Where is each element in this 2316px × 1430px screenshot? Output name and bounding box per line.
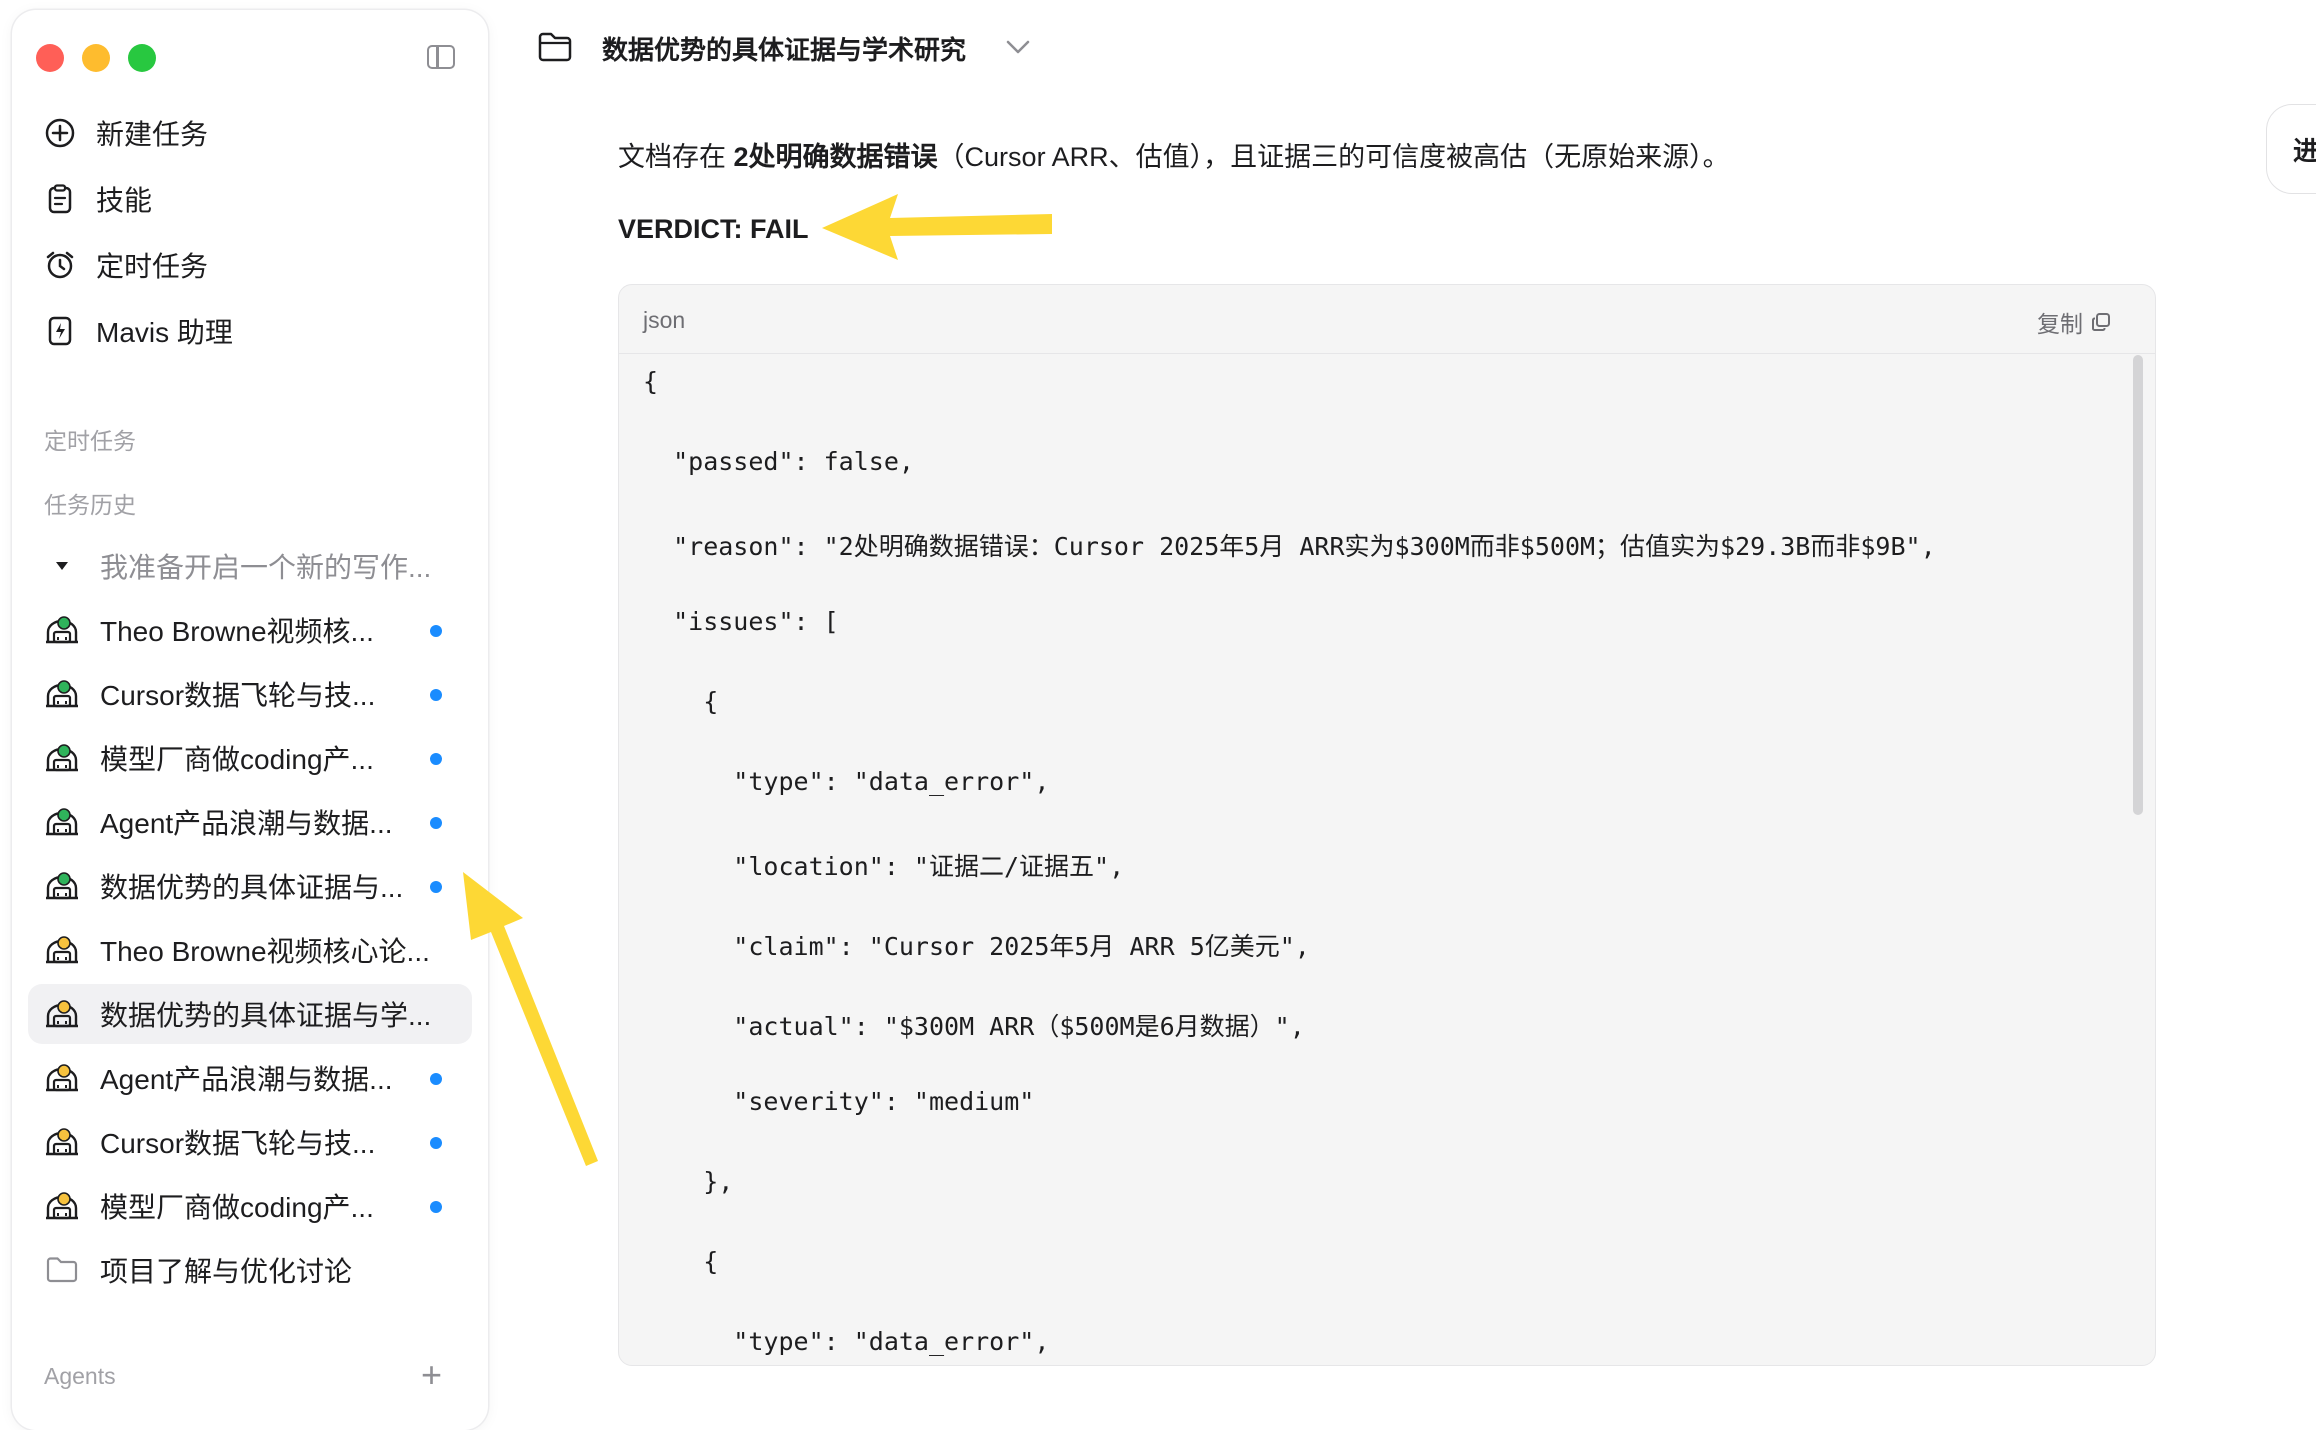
code-line: "type": "data_error", bbox=[643, 767, 1050, 796]
history-item[interactable]: Cursor数据飞轮与技... bbox=[28, 664, 472, 724]
add-agent-button[interactable]: + bbox=[421, 1354, 442, 1396]
code-line: }, bbox=[643, 1167, 734, 1196]
nav-skills[interactable]: 技能 bbox=[44, 176, 152, 222]
summary-bold: 2处明确数据错误 bbox=[733, 142, 938, 172]
history-item[interactable]: 数据优势的具体证据与学... bbox=[28, 984, 472, 1044]
code-block: json 复制 { "passed": false, "reason": "2处… bbox=[618, 284, 2156, 1366]
document-bolt-icon bbox=[44, 315, 76, 347]
robot-green-icon bbox=[44, 676, 80, 712]
alarm-clock-icon bbox=[44, 249, 76, 281]
history-item[interactable]: Theo Browne视频核心论... bbox=[28, 920, 472, 980]
history-item-label: 数据优势的具体证据与学... bbox=[100, 1000, 432, 1031]
robot-yellow-icon bbox=[44, 996, 80, 1032]
summary-prefix: 文档存在 bbox=[618, 142, 734, 172]
annotation-arrow-history bbox=[463, 872, 598, 1166]
code-line: "actual": "$300M ARR（$500M是6月数据）", bbox=[643, 1012, 1305, 1041]
history-item[interactable]: Agent产品浪潮与数据... bbox=[28, 1048, 472, 1108]
code-line: { bbox=[643, 687, 719, 716]
history-item-label: 数据优势的具体证据与... bbox=[100, 872, 404, 903]
copy-icon bbox=[2091, 312, 2111, 332]
code-scrollbar[interactable] bbox=[2133, 355, 2143, 815]
code-line: "type": "data_error", bbox=[643, 1327, 1050, 1356]
caret-down-icon bbox=[44, 548, 80, 584]
robot-yellow-icon bbox=[44, 1124, 80, 1160]
unread-dot bbox=[430, 881, 442, 893]
robot-green-icon bbox=[44, 612, 80, 648]
copy-button[interactable]: 复制 bbox=[2037, 305, 2111, 339]
nav-new-task[interactable]: 新建任务 bbox=[44, 110, 208, 156]
history-item-label: Cursor数据飞轮与技... bbox=[100, 680, 376, 711]
history-item[interactable]: Cursor数据飞轮与技... bbox=[28, 1112, 472, 1172]
nav-label: 新建任务 bbox=[96, 119, 209, 150]
robot-green-icon bbox=[44, 868, 80, 904]
history-item-label: Cursor数据飞轮与技... bbox=[100, 1128, 376, 1159]
nav-scheduled[interactable]: 定时任务 bbox=[44, 242, 208, 288]
code-line: "claim": "Cursor 2025年5月 ARR 5亿美元", bbox=[643, 932, 1310, 961]
verdict-text: VERDICT: FAIL bbox=[618, 214, 809, 244]
history-item-label: Theo Browne视频核... bbox=[100, 616, 374, 647]
code-line: "severity": "medium" bbox=[643, 1087, 1035, 1116]
history-item[interactable]: 数据优势的具体证据与... bbox=[28, 856, 472, 916]
nav-label: 技能 bbox=[96, 185, 153, 216]
annotation-arrow-verdict bbox=[822, 194, 1052, 260]
unread-dot bbox=[430, 1073, 442, 1085]
history-item[interactable]: Theo Browne视频核... bbox=[28, 600, 472, 660]
folder-icon bbox=[44, 1252, 80, 1288]
section-agents-label: Agents bbox=[44, 1363, 116, 1389]
code-line: "issues": [ bbox=[643, 607, 839, 636]
history-item-label: Theo Browne视频核心论... bbox=[100, 936, 430, 967]
clipboard-icon bbox=[44, 183, 76, 215]
unread-dot bbox=[430, 817, 442, 829]
unread-dot bbox=[430, 625, 442, 637]
history-item-label: 我准备开启一个新的写作... bbox=[100, 552, 432, 583]
history-item[interactable]: 模型厂商做coding产... bbox=[28, 728, 472, 788]
history-item[interactable]: Agent产品浪潮与数据... bbox=[28, 792, 472, 852]
code-line: "location": "证据二/证据五", bbox=[643, 852, 1125, 881]
section-scheduled-label: 定时任务 bbox=[44, 428, 136, 454]
nav-label: 定时任务 bbox=[96, 251, 209, 282]
window-zoom-button[interactable] bbox=[128, 44, 156, 72]
robot-yellow-icon bbox=[44, 1060, 80, 1096]
history-item-label: 模型厂商做coding产... bbox=[100, 1192, 374, 1223]
plus-circle-icon bbox=[44, 117, 76, 149]
unread-dot bbox=[430, 1137, 442, 1149]
history-item-label: Agent产品浪潮与数据... bbox=[100, 808, 393, 839]
robot-yellow-icon bbox=[44, 932, 80, 968]
sidebar-toggle-icon[interactable] bbox=[427, 45, 455, 69]
unread-dot bbox=[430, 753, 442, 765]
window-close-button[interactable] bbox=[36, 44, 64, 72]
history-item-label: 模型厂商做coding产... bbox=[100, 744, 374, 775]
summary-text: 文档存在 2处明确数据错误（Cursor ARR、估值），且证据三的可信度被高估… bbox=[618, 135, 1730, 174]
code-block-header: json 复制 bbox=[619, 285, 2155, 354]
code-line: { bbox=[643, 1247, 719, 1276]
robot-green-icon bbox=[44, 740, 80, 776]
history-item[interactable]: 项目了解与优化讨论 bbox=[28, 1240, 472, 1300]
page-title[interactable]: 数据优势的具体证据与学术研究 bbox=[602, 30, 966, 67]
unread-dot bbox=[430, 689, 442, 701]
chevron-down-icon[interactable] bbox=[1005, 38, 1031, 61]
window-minimize-button[interactable] bbox=[82, 44, 110, 72]
code-line: "reason": "2处明确数据错误：Cursor 2025年5月 ARR实为… bbox=[643, 532, 1936, 561]
folder-icon bbox=[538, 32, 572, 67]
code-line: { bbox=[643, 367, 659, 396]
right-panel-tab[interactable]: 进 bbox=[2266, 104, 2316, 194]
copy-label: 复制 bbox=[2037, 311, 2083, 337]
summary-suffix: （Cursor ARR、估值），且证据三的可信度被高估（无原始来源）。 bbox=[937, 142, 1730, 172]
code-line: "passed": false, bbox=[643, 447, 914, 476]
section-history-label: 任务历史 bbox=[44, 492, 136, 518]
nav-mavis-assistant[interactable]: Mavis 助理 bbox=[44, 308, 233, 354]
history-item[interactable]: 我准备开启一个新的写作... bbox=[28, 536, 472, 596]
history-item-label: Agent产品浪潮与数据... bbox=[100, 1064, 393, 1095]
history-item-label: 项目了解与优化讨论 bbox=[100, 1256, 353, 1287]
robot-yellow-icon bbox=[44, 1188, 80, 1224]
code-language-label: json bbox=[643, 307, 686, 333]
robot-green-icon bbox=[44, 804, 80, 840]
nav-label: Mavis 助理 bbox=[96, 317, 233, 348]
history-item[interactable]: 模型厂商做coding产... bbox=[28, 1176, 472, 1236]
unread-dot bbox=[430, 1201, 442, 1213]
